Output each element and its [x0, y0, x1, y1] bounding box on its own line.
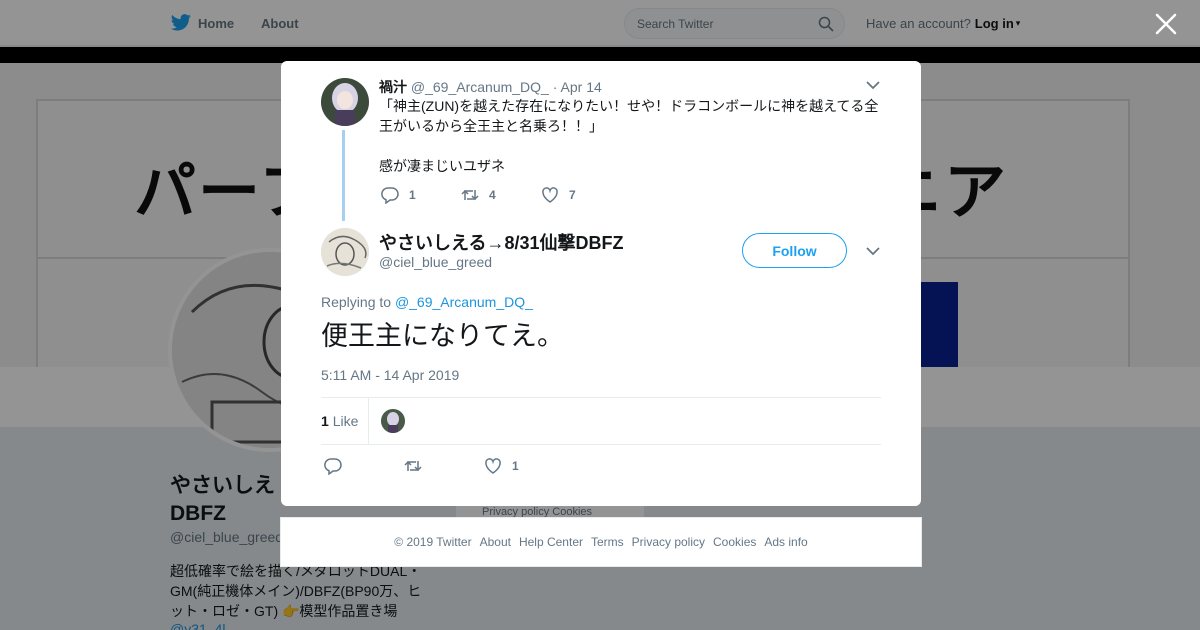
like-count: 7	[569, 188, 576, 202]
like-count: 1	[512, 459, 519, 473]
reply-button[interactable]	[324, 457, 404, 475]
footer-copyright: © 2019 Twitter	[394, 535, 472, 549]
like-button[interactable]: 7	[541, 186, 621, 204]
parent-tweet-date[interactable]: · Apr 14	[553, 79, 602, 95]
likes-stat-label: Like	[332, 413, 359, 429]
footer-link-cookies[interactable]: Cookies	[713, 535, 756, 549]
parent-tweet-actions: 1 4 7	[381, 186, 621, 204]
reply-icon	[381, 187, 399, 204]
stats-divider	[368, 398, 369, 444]
reply-count: 1	[409, 188, 416, 202]
tweet-stats: 1 Like	[321, 397, 881, 445]
likes-stat[interactable]: 1 Like	[321, 413, 358, 429]
main-tweet-text: 便王主になりてえ。	[321, 321, 564, 351]
anime-avatar-icon	[321, 78, 369, 126]
parent-tweet-handle[interactable]: @_69_Arcanum_DQ_	[411, 79, 549, 95]
footer-link-about[interactable]: About	[480, 535, 511, 549]
footer-link-help-center[interactable]: Help Center	[519, 535, 583, 549]
parent-tweet-header: 禍汁 @_69_Arcanum_DQ_ · Apr 14	[379, 77, 602, 97]
reply-icon	[324, 458, 342, 475]
parent-tweet-text: 「神主(ZUN)を越えた存在になりたい！せや！ドラコンボールに神を越えてる全 王…	[379, 96, 884, 176]
like-icon	[542, 187, 558, 203]
close-icon[interactable]	[1154, 12, 1178, 36]
replying-to-label: Replying to	[321, 294, 392, 310]
retweet-icon	[461, 189, 479, 201]
chevron-down-icon[interactable]	[866, 246, 880, 256]
parent-tweet-name[interactable]: 禍汁	[379, 79, 407, 95]
main-tweet-handle[interactable]: @ciel_blue_greed	[379, 254, 492, 270]
main-tweet-name[interactable]: やさいしえる→8/31仙撃DBFZ	[379, 229, 623, 255]
likes-stat-count: 1	[321, 413, 329, 429]
main-tweet-actions: 1	[324, 457, 564, 475]
like-icon	[485, 458, 501, 474]
reply-button[interactable]: 1	[381, 186, 461, 204]
parent-tweet-avatar[interactable]	[321, 78, 369, 126]
parent-tweet-text-line: 感が凄まじいユザネ	[379, 158, 505, 174]
retweet-icon	[404, 460, 422, 472]
like-button[interactable]: 1	[484, 457, 564, 475]
parent-tweet-text-line: 「神主(ZUN)を越えた存在になりたい！せや！ドラコンボールに神を越えてる全	[379, 98, 879, 114]
main-tweet-timestamp[interactable]: 5:11 AM - 14 Apr 2019	[321, 367, 459, 383]
tweet-modal: 禍汁 @_69_Arcanum_DQ_ · Apr 14 「神主(ZUN)を越え…	[281, 61, 921, 506]
follow-button[interactable]: Follow	[742, 233, 847, 268]
replying-to: Replying to @_69_Arcanum_DQ_	[321, 294, 533, 310]
footer-link-privacy[interactable]: Privacy policy	[632, 535, 705, 549]
thread-connector-line	[342, 130, 345, 221]
parent-tweet-text-line	[379, 136, 884, 156]
retweet-count: 4	[489, 188, 496, 202]
retweet-button[interactable]	[404, 457, 484, 475]
retweet-button[interactable]: 4	[461, 186, 541, 204]
liker-avatar[interactable]	[381, 409, 405, 433]
main-tweet-avatar[interactable]	[321, 228, 369, 276]
sketch-avatar-icon	[321, 228, 369, 276]
liker-avatar-icon	[381, 409, 405, 433]
chevron-down-icon[interactable]	[866, 80, 880, 90]
modal-footer: © 2019 Twitter About Help Center Terms P…	[280, 517, 922, 567]
parent-tweet-text-line: 王がいるから全王主と名乗ろ！！」	[379, 118, 603, 134]
footer-link-ads-info[interactable]: Ads info	[764, 535, 807, 549]
replying-to-mention[interactable]: @_69_Arcanum_DQ_	[395, 294, 533, 310]
footer-link-terms[interactable]: Terms	[591, 535, 624, 549]
